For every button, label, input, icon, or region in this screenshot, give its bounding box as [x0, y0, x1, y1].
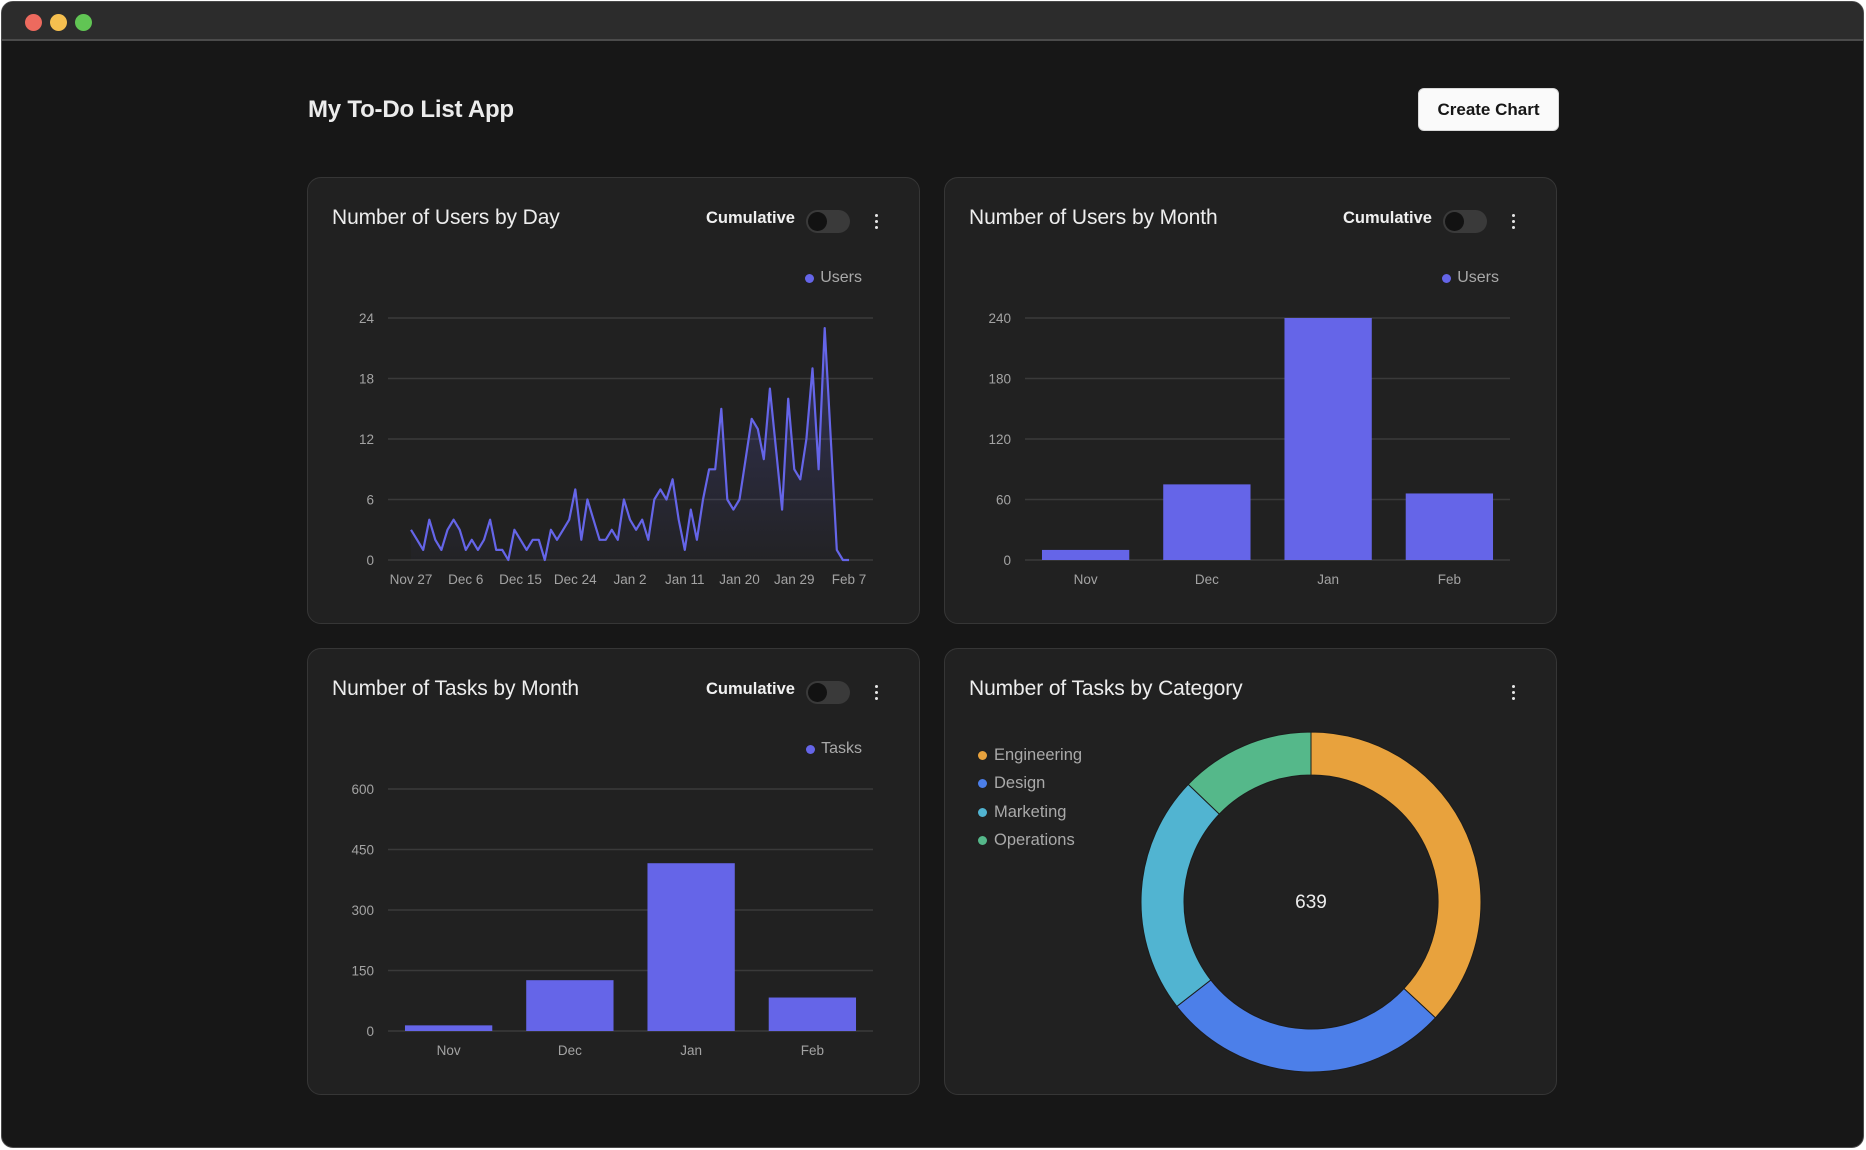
app-window: My To-Do List App Create Chart Number of… [1, 1, 1864, 1148]
x-tick-label: Nov 27 [390, 572, 433, 587]
y-tick-label: 6 [366, 493, 374, 508]
minimize-window-button[interactable] [50, 14, 67, 31]
y-tick-label: 450 [351, 843, 374, 858]
y-tick-label: 120 [988, 432, 1011, 447]
close-window-button[interactable] [25, 14, 42, 31]
y-tick-label: 0 [366, 553, 374, 568]
x-tick-label: Jan 20 [719, 572, 760, 587]
card-users-by-month: Number of Users by Month Cumulative User… [944, 177, 1557, 624]
bar-feb [1405, 493, 1494, 560]
y-tick-label: 600 [351, 782, 374, 797]
x-tick-label: Feb [801, 1043, 824, 1058]
users-by-day-chart: 0 6 12 18 24 Nov 27 Dec 6 Dec 15 Dec 24 Jan 2 Jan … [359, 311, 873, 587]
x-tick-label: Jan [1317, 572, 1339, 587]
tasks-by-month-chart: 0 150 300 450 600 Nov Dec Jan Feb [351, 782, 873, 1058]
y-tick-label: 300 [351, 903, 374, 918]
y-tick-label: 18 [359, 372, 374, 387]
maximize-window-button[interactable] [75, 14, 92, 31]
y-tick-label: 240 [988, 311, 1011, 326]
card-tasks-by-category: Number of Tasks by Category Engineering … [944, 648, 1557, 1095]
bar-dec [526, 980, 614, 1031]
y-tick-label: 150 [351, 964, 374, 979]
x-tick-label: Jan [680, 1043, 702, 1058]
donut-total: 639 [1295, 892, 1327, 913]
y-tick-label: 0 [366, 1024, 374, 1039]
x-tick-label: Nov [1074, 572, 1098, 587]
card-users-by-day: Number of Users by Day Cumulative Users … [307, 177, 920, 624]
page-title: My To-Do List App [308, 96, 514, 123]
x-tick-label: Feb [1438, 572, 1461, 587]
y-tick-label: 180 [988, 372, 1011, 387]
slice-engineering [1310, 731, 1482, 1019]
y-tick-label: 12 [359, 432, 374, 447]
card-tasks-by-month: Number of Tasks by Month Cumulative Task… [307, 648, 920, 1095]
x-tick-label: Dec 6 [448, 572, 483, 587]
slice-design [1176, 979, 1437, 1073]
area-fill [411, 328, 849, 560]
y-tick-label: 24 [359, 311, 375, 326]
slice-operations [1187, 731, 1312, 815]
x-tick-label: Jan 2 [613, 572, 646, 587]
bar-feb [768, 997, 857, 1031]
slice-marketing [1140, 783, 1221, 1008]
title-bar [2, 2, 1863, 41]
bar-nov [404, 1025, 493, 1031]
x-tick-label: Dec [558, 1043, 582, 1058]
tasks-by-category-chart: 639 [1140, 731, 1482, 1073]
bar-nov [1041, 549, 1130, 560]
bar-jan [1284, 318, 1372, 560]
create-chart-button[interactable]: Create Chart [1418, 88, 1559, 131]
y-tick-label: 0 [1003, 553, 1011, 568]
x-tick-label: Dec [1195, 572, 1219, 587]
x-tick-label: Feb 7 [832, 572, 867, 587]
x-tick-label: Dec 15 [499, 572, 542, 587]
x-tick-label: Jan 11 [665, 572, 705, 587]
x-tick-label: Nov [437, 1043, 461, 1058]
x-tick-label: Jan 29 [774, 572, 815, 587]
users-by-month-chart: 0 60 120 180 240 Nov Dec Jan Feb [988, 311, 1510, 587]
bar-jan [647, 863, 735, 1031]
bar-dec [1163, 484, 1251, 560]
y-tick-label: 60 [996, 493, 1011, 508]
x-tick-label: Dec 24 [554, 572, 597, 587]
